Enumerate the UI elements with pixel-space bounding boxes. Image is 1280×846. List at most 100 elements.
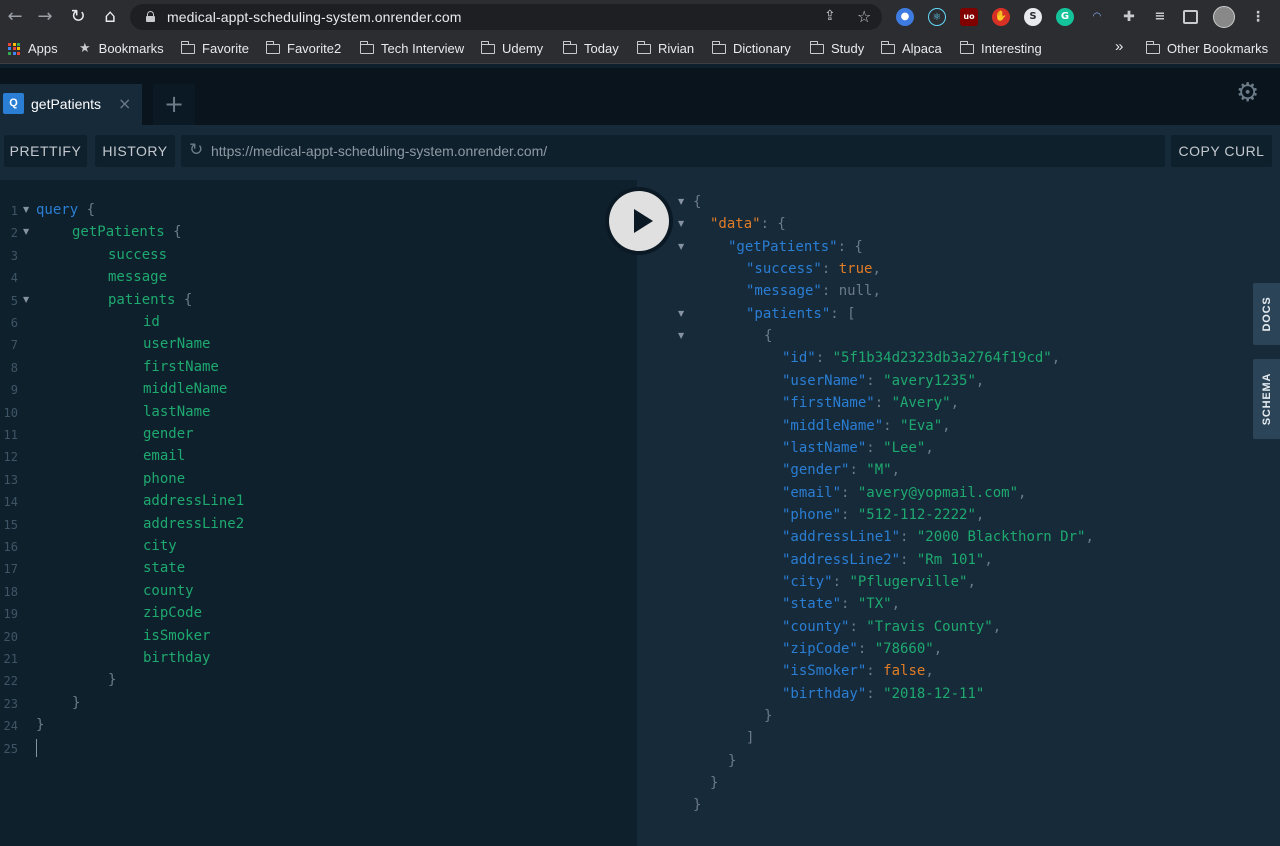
query-field: patients [108,291,176,308]
prettify-button[interactable]: PRETTIFY [4,135,87,167]
json-line: "county": "Travis County", [782,617,1001,637]
run-query-button[interactable] [605,187,673,255]
query-editor[interactable]: 1 ▼ query {2 ▼ getPatients {3 success 4 message… [0,180,637,846]
bookmark-interesting[interactable]: Interesting [959,40,1042,56]
bookmark-bookmarks[interactable]: ★ Bookmarks [79,41,164,56]
reading-list-icon[interactable]: ≡ [1151,8,1169,26]
share-icon[interactable]: ⇪ [824,8,836,24]
json-value: "avery1235" [883,372,976,389]
bookmark-study[interactable]: Study [809,40,864,56]
react-devtools-icon[interactable]: ⚛ [928,8,946,26]
wave-extension-icon[interactable]: ◠ [1088,8,1106,26]
line-number: 7 [10,338,18,353]
folder-icon [180,40,195,54]
fold-arrow-icon[interactable]: ▼ [678,242,684,251]
add-tab-button[interactable]: + [153,84,195,125]
comma: , [975,506,985,523]
fold-arrow-icon[interactable]: ▼ [678,219,684,228]
play-icon [634,209,653,233]
stop-hand-icon[interactable]: ✋ [992,8,1010,26]
brace: } [72,694,81,711]
forward-arrow-icon[interactable]: → [34,6,56,28]
colon: : [857,641,875,657]
tab-getpatients[interactable]: Q getPatients × [0,84,142,125]
fold-arrow-icon[interactable]: ▼ [23,295,29,304]
docs-tab[interactable]: DOCS [1253,283,1280,345]
folder-icon [959,40,974,54]
code-line: id [143,312,160,332]
bookmark-rivian[interactable]: Rivian [636,40,694,56]
endpoint-input[interactable]: ↻ https://medical-appt-scheduling-system… [181,135,1165,167]
bookmark-favorite2[interactable]: Favorite2 [265,40,341,56]
bookmarks-overflow-chevron[interactable]: » [1115,38,1123,55]
s-extension-icon[interactable]: S [1024,8,1042,26]
bookmark-tech-interview[interactable]: Tech Interview [359,40,464,56]
fold-arrow-icon[interactable]: ▼ [678,331,684,340]
code-line: addressLine1 [143,491,244,511]
comma: , [1051,350,1061,367]
code-line: isSmoker [143,626,210,646]
browser-menu-icon[interactable]: ⋮ [1249,8,1267,26]
json-line: "birthday": "2018-12-11" [782,684,984,704]
brace: { [164,224,182,241]
gear-icon[interactable]: ⚙ [1236,80,1259,106]
line-number: 4 [10,271,18,286]
bookmark-favorite[interactable]: Favorite [180,40,249,56]
bookmark-udemy[interactable]: Udemy [480,40,543,56]
fold-arrow-icon[interactable]: ▼ [23,205,29,214]
folder-icon [562,40,577,54]
colon: : [900,529,917,546]
json-line: "middleName": "Eva", [782,416,951,436]
password-extension-icon[interactable]: ● [896,8,914,26]
json-line: "success": true, [746,259,881,279]
address-bar[interactable]: medical-appt-scheduling-system.onrender.… [130,4,882,30]
json-key: "state" [782,596,842,613]
comma: , [984,551,993,568]
copy-curl-button[interactable]: COPY CURL [1171,135,1272,167]
refresh-schema-icon[interactable]: ↻ [189,140,203,160]
bookmark-other[interactable]: Other Bookmarks [1145,40,1268,56]
line-number: 5 [10,293,18,308]
back-arrow-icon[interactable]: ← [4,6,26,28]
bookmark-star-icon[interactable]: ☆ [857,7,871,26]
code-line: phone [143,469,185,489]
puzzle-extensions-icon[interactable]: ✚ [1120,8,1138,26]
close-icon[interactable]: × [118,94,131,113]
code-line: zipCode [143,603,202,623]
json-key: "phone" [782,506,842,523]
comma: , [872,261,881,278]
line-number: 1 [10,204,18,218]
colon: : [900,551,917,568]
bookmark-today[interactable]: Today [562,40,619,56]
side-panel-icon[interactable] [1183,10,1198,24]
json-value: "Eva" [900,417,943,434]
line-number: 18 [3,584,18,599]
fold-arrow-icon[interactable]: ▼ [23,227,29,236]
address-bar-url[interactable]: medical-appt-scheduling-system.onrender.… [167,9,462,25]
history-button[interactable]: HISTORY [95,135,175,167]
json-line: "gender": "M", [782,460,900,480]
profile-avatar-icon[interactable] [1213,6,1235,28]
json-value: "Pflugerville" [849,573,968,590]
colon: : [815,350,833,367]
grammarly-icon[interactable]: G [1056,8,1074,26]
bookmark-alpaca[interactable]: Alpaca [880,40,942,56]
schema-tab[interactable]: SCHEMA [1253,359,1280,439]
home-icon[interactable]: ⌂ [99,6,121,28]
fold-arrow-icon[interactable]: ▼ [678,309,684,318]
query-field: id [143,314,160,330]
line-number: 11 [3,428,18,442]
bookmark-dictionary[interactable]: Dictionary [711,40,791,56]
json-value: "avery@yopmail.com" [857,484,1019,501]
comma: , [950,395,960,412]
ublock-icon[interactable]: uo [960,8,978,26]
query-field: city [143,538,177,554]
fold-arrow-icon[interactable]: ▼ [678,197,684,206]
colon: : [ [830,305,856,322]
bookmark-apps[interactable]: Apps [8,41,58,56]
json-value: "Rm 101" [916,551,985,568]
endpoint-url[interactable]: https://medical-appt-scheduling-system.o… [211,143,547,159]
json-key: "getPatients" [728,238,838,255]
reload-icon[interactable]: ↻ [67,6,89,28]
colon: : [821,261,839,278]
